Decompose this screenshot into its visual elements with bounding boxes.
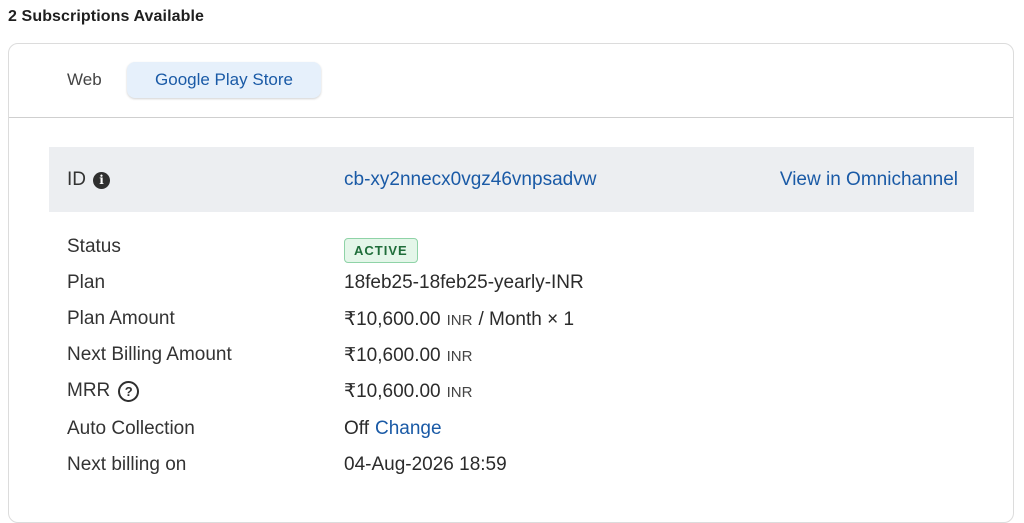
auto-collection-status: Off	[344, 418, 369, 439]
status-badge: ACTIVE	[344, 238, 418, 263]
plan-label: Plan	[67, 272, 106, 293]
view-in-omnichannel-link[interactable]: View in Omnichannel	[780, 169, 958, 191]
auto-collection-label: Auto Collection	[67, 418, 195, 439]
next-billing-on-row: Next billing on 04-Aug-2026 18:59	[67, 454, 993, 480]
plan-amount-suffix: / Month × 1	[478, 309, 575, 330]
subscription-card: Web Google Play Store ID i cb-xy2nnecx0v…	[8, 43, 1014, 523]
auto-collection-row: Auto Collection Off Change	[67, 418, 993, 444]
next-billing-amount-label: Next Billing Amount	[67, 344, 232, 365]
id-label-group: ID i	[67, 169, 110, 191]
next-billing-amount-value: ₹10,600.00 INR	[344, 344, 472, 367]
plan-row: Plan 18feb25-18feb25-yearly-INR	[67, 272, 993, 298]
mrr-currency: INR	[446, 384, 473, 401]
next-billing-amount-row: Next Billing Amount ₹10,600.00 INR	[67, 344, 993, 370]
source-tabs: Web Google Play Store	[9, 44, 1013, 118]
mrr-value: ₹10,600.00 INR	[344, 380, 472, 403]
next-billing-amount: ₹10,600.00	[344, 345, 441, 366]
plan-amount: ₹10,600.00	[344, 309, 441, 330]
mrr-label-group: MRR ?	[67, 380, 140, 402]
mrr-row: MRR ? ₹10,600.00 INR	[67, 380, 993, 406]
auto-collection-value: Off Change	[344, 418, 442, 440]
tab-google-play-store[interactable]: Google Play Store	[127, 62, 321, 98]
status-row: Status ACTIVE	[67, 236, 993, 263]
plan-amount-row: Plan Amount ₹10,600.00 INR / Month × 1	[67, 308, 993, 334]
next-billing-on-value: 04-Aug-2026 18:59	[344, 454, 507, 475]
mrr-label: MRR	[67, 380, 111, 401]
plan-amount-label: Plan Amount	[67, 308, 175, 329]
subscription-id-bar: ID i cb-xy2nnecx0vgz46vnpsadvw View in O…	[49, 147, 974, 212]
mrr-amount: ₹10,600.00	[344, 381, 441, 402]
status-value-wrap: ACTIVE	[344, 238, 418, 263]
subscriptions-heading: 2 Subscriptions Available	[8, 8, 205, 25]
plan-link[interactable]: 18feb25-18feb25-yearly-INR	[344, 272, 584, 294]
plan-amount-currency: INR	[446, 312, 473, 329]
next-billing-on-label: Next billing on	[67, 454, 187, 475]
id-label: ID	[67, 169, 86, 190]
subscription-id-link[interactable]: cb-xy2nnecx0vgz46vnpsadvw	[344, 169, 596, 191]
question-circle-icon[interactable]: ?	[118, 380, 140, 402]
info-icon[interactable]: i	[93, 171, 110, 189]
change-auto-collection-link[interactable]: Change	[375, 418, 442, 440]
plan-amount-value: ₹10,600.00 INR / Month × 1	[344, 308, 574, 331]
tab-web[interactable]: Web	[67, 62, 102, 98]
next-billing-amount-currency: INR	[446, 348, 473, 365]
status-label: Status	[67, 236, 121, 257]
